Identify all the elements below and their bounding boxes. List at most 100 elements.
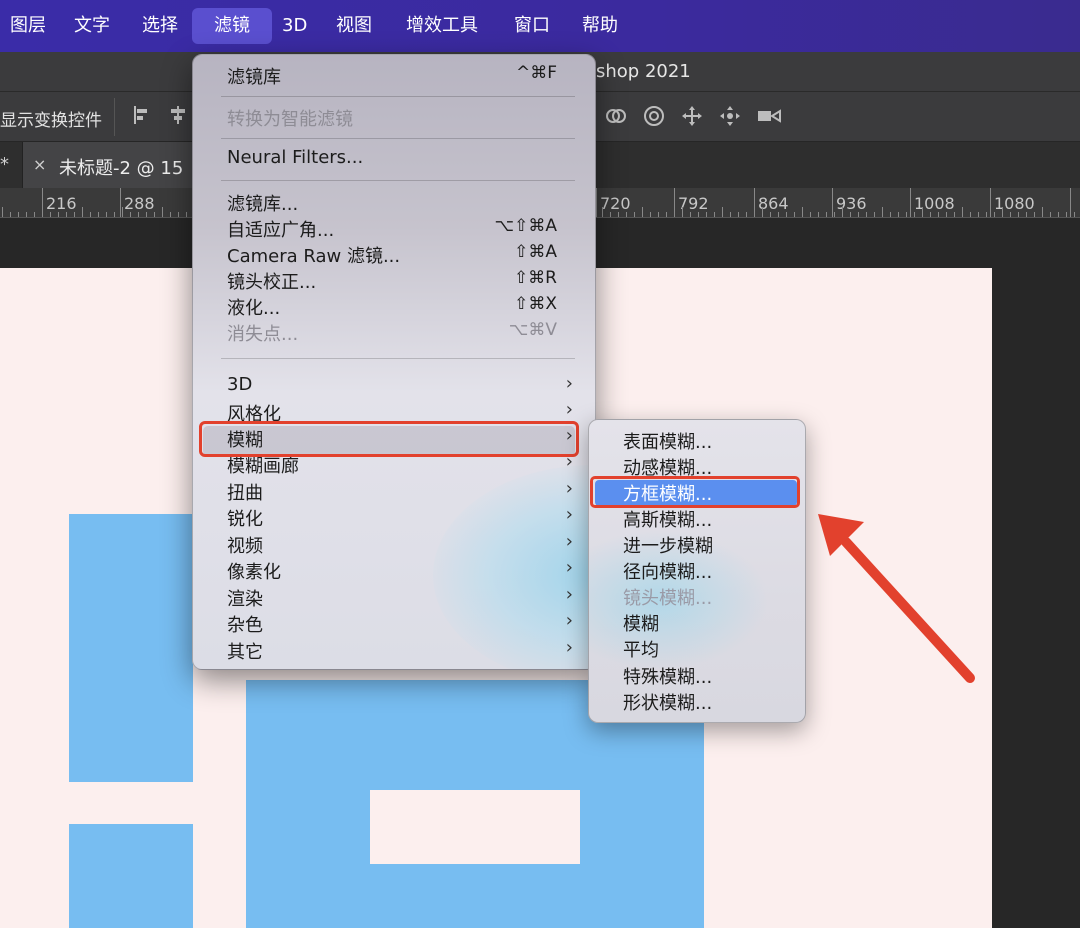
3d-rotate-icon[interactable] bbox=[642, 104, 666, 128]
align-center-icon[interactable] bbox=[166, 104, 190, 128]
ruler-minor-tick bbox=[818, 212, 819, 217]
menu-select[interactable]: 选择 bbox=[132, 8, 188, 44]
menu-item-filter-gallery[interactable]: 滤镜库... bbox=[193, 190, 595, 216]
ruler-minor-tick bbox=[746, 212, 747, 217]
ruler-minor-tick bbox=[90, 212, 91, 217]
menu-item-sharpen[interactable]: 锐化 › bbox=[193, 504, 595, 531]
menu-item-lens-correction[interactable]: 镜头校正... ⇧⌘R bbox=[193, 268, 595, 294]
document-tab-title: 未标题-2 @ 15 bbox=[59, 158, 184, 179]
ruler-minor-tick bbox=[82, 207, 83, 217]
ruler-minor-tick bbox=[1058, 212, 1059, 217]
document-tab[interactable]: × 未标题-2 @ 15 bbox=[22, 142, 202, 188]
submenu-item-surface-blur[interactable]: 表面模糊... bbox=[589, 428, 805, 454]
ruler-minor-tick bbox=[970, 212, 971, 217]
app-menubar: 图层 文字 选择 滤镜 3D 视图 增效工具 窗口 帮助 bbox=[0, 0, 1080, 52]
ruler-minor-tick bbox=[730, 212, 731, 217]
ruler-minor-tick bbox=[106, 212, 107, 217]
ruler-label: 1008 bbox=[914, 194, 955, 213]
ruler-minor-tick bbox=[890, 212, 891, 217]
menu-item-distort[interactable]: 扭曲 › bbox=[193, 478, 595, 505]
menu-filter[interactable]: 滤镜 bbox=[192, 8, 272, 44]
ruler-minor-tick bbox=[130, 212, 131, 217]
submenu-item-label: 镜头模糊... bbox=[623, 588, 713, 609]
submenu-item-average[interactable]: 平均 bbox=[589, 636, 805, 662]
3d-pan-icon[interactable] bbox=[680, 104, 704, 128]
menu-item-label: Neural Filters... bbox=[227, 147, 364, 168]
ruler-minor-tick bbox=[882, 207, 883, 217]
submenu-item-gaussian-blur[interactable]: 高斯模糊... bbox=[589, 506, 805, 532]
menu-item-noise[interactable]: 杂色 › bbox=[193, 610, 595, 637]
3d-roll-icon[interactable] bbox=[604, 104, 628, 128]
ruler-minor-tick bbox=[786, 212, 787, 217]
menu-layer[interactable]: 图层 bbox=[0, 8, 56, 44]
menu-item-label: 镜头校正... bbox=[227, 272, 317, 293]
3d-slide-icon[interactable] bbox=[718, 104, 742, 128]
submenu-item-blur[interactable]: 模糊 bbox=[589, 610, 805, 636]
menu-type[interactable]: 文字 bbox=[64, 8, 120, 44]
submenu-item-radial-blur[interactable]: 径向模糊... bbox=[589, 558, 805, 584]
menu-item-shortcut: ⇧⌘X bbox=[514, 294, 557, 314]
3d-camera-icon[interactable] bbox=[756, 104, 781, 128]
menu-item-camera-raw[interactable]: Camera Raw 滤镜... ⇧⌘A bbox=[193, 242, 595, 268]
submenu-item-label: 形状模糊... bbox=[623, 693, 713, 714]
ruler-minor-tick bbox=[850, 212, 851, 217]
submenu-item-label: 进一步模糊 bbox=[623, 536, 713, 557]
menu-item-shortcut: ^⌘F bbox=[515, 63, 557, 83]
show-transform-controls-label[interactable]: 显示变换控件 bbox=[0, 106, 102, 131]
menu-item-render[interactable]: 渲染 › bbox=[193, 584, 595, 611]
menu-item-label: 3D bbox=[227, 374, 253, 395]
ruler-minor-tick bbox=[658, 212, 659, 217]
menu-item-adaptive-wide-angle[interactable]: 自适应广角... ⌥⇧⌘A bbox=[193, 216, 595, 242]
ruler-minor-tick bbox=[1066, 212, 1067, 217]
close-tab-icon[interactable]: × bbox=[33, 155, 46, 174]
submenu-item-shape-blur[interactable]: 形状模糊... bbox=[589, 689, 805, 715]
menu-item-label: 转换为智能滤镜 bbox=[227, 109, 353, 130]
blue-rect-left-bottom bbox=[69, 824, 193, 928]
ruler-minor-tick bbox=[154, 212, 155, 217]
ruler-minor-tick bbox=[138, 212, 139, 217]
ruler-minor-tick bbox=[762, 207, 763, 217]
ruler-minor-tick bbox=[2, 207, 3, 217]
menu-item-label: 滤镜库 bbox=[227, 67, 281, 88]
ruler-minor-tick bbox=[114, 212, 115, 217]
menu-item-3d[interactable]: 3D › bbox=[193, 373, 595, 400]
chevron-right-icon: › bbox=[565, 610, 573, 631]
ruler-label: 216 bbox=[46, 194, 77, 213]
menu-item-vanishing-point: 消失点... ⌥⌘V bbox=[193, 320, 595, 346]
menu-item-liquify[interactable]: 液化... ⇧⌘X bbox=[193, 294, 595, 320]
annotation-highlight-box bbox=[590, 476, 800, 508]
ruler-minor-tick bbox=[170, 212, 171, 217]
menu-3d[interactable]: 3D bbox=[272, 8, 317, 44]
prev-tab-modified-marker[interactable]: * bbox=[0, 154, 9, 175]
menu-plugins[interactable]: 增效工具 bbox=[396, 8, 488, 44]
menu-item-other[interactable]: 其它 › bbox=[193, 637, 595, 664]
ruler-minor-tick bbox=[922, 207, 923, 217]
ruler-minor-tick bbox=[810, 212, 811, 217]
ruler-minor-tick bbox=[938, 212, 939, 217]
ruler-minor-tick bbox=[1050, 212, 1051, 217]
ruler-minor-tick bbox=[770, 212, 771, 217]
ruler-minor-tick bbox=[898, 212, 899, 217]
chevron-right-icon: › bbox=[565, 373, 573, 394]
chevron-right-icon: › bbox=[565, 637, 573, 658]
menu-help[interactable]: 帮助 bbox=[572, 8, 628, 44]
ruler-minor-tick bbox=[122, 207, 123, 217]
ruler-major-tick bbox=[120, 188, 121, 217]
chevron-right-icon: › bbox=[565, 531, 573, 552]
ruler-minor-tick bbox=[1042, 207, 1043, 217]
menu-item-neural-filters[interactable]: Neural Filters... bbox=[193, 147, 595, 173]
menu-item-filter-gallery-last[interactable]: 滤镜库 ^⌘F bbox=[193, 63, 595, 89]
window-title: shop 2021 bbox=[596, 61, 691, 82]
submenu-item-smart-blur[interactable]: 特殊模糊... bbox=[589, 663, 805, 689]
ruler-major-tick bbox=[1070, 188, 1071, 217]
menu-window[interactable]: 窗口 bbox=[504, 8, 560, 44]
menu-item-label: 渲染 bbox=[227, 589, 263, 610]
menu-item-video[interactable]: 视频 › bbox=[193, 531, 595, 558]
ruler-minor-tick bbox=[610, 212, 611, 217]
submenu-item-blur-more[interactable]: 进一步模糊 bbox=[589, 532, 805, 558]
ruler-minor-tick bbox=[666, 212, 667, 217]
align-left-icon[interactable] bbox=[130, 104, 154, 128]
menu-view[interactable]: 视图 bbox=[326, 8, 382, 44]
ruler-major-tick bbox=[832, 188, 833, 217]
menu-item-pixelate[interactable]: 像素化 › bbox=[193, 557, 595, 584]
